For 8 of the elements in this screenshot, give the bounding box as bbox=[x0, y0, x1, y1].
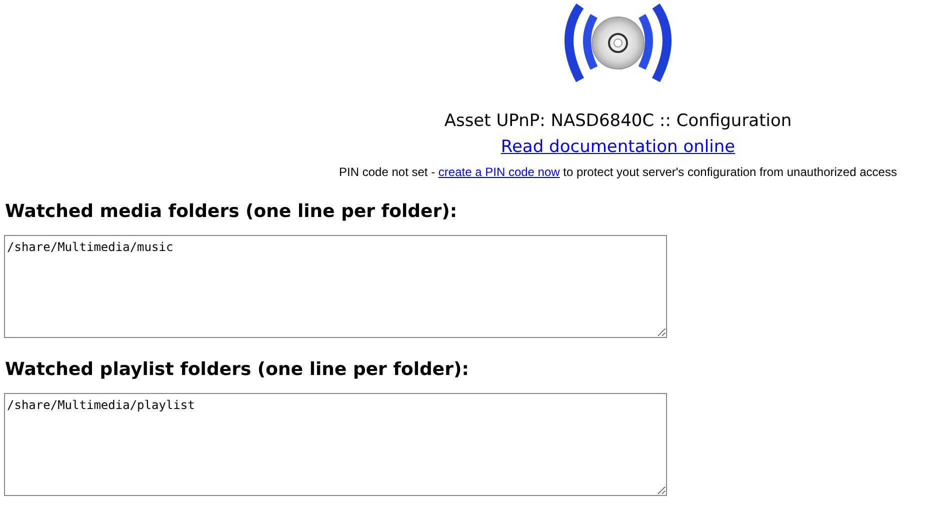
pin-notice: PIN code not set - create a PIN code now to protect yout server's configuration from unauthorized access bbox=[339, 164, 897, 180]
page-title: Asset UPnP: NASD6840C :: Configuration bbox=[444, 110, 792, 132]
section-heading: Watched media folders (one line per folder): bbox=[5, 200, 458, 224]
create-pin-link[interactable]: create a PIN code now bbox=[438, 165, 560, 179]
documentation-link[interactable]: Read documentation online bbox=[500, 136, 736, 158]
folder-list-field[interactable]: /share/Multimedia/playlist bbox=[4, 393, 667, 496]
section-heading: Watched playlist folders (one line per folder): bbox=[5, 358, 470, 382]
folder-list-field[interactable]: /share/Multimedia/music bbox=[4, 235, 667, 338]
